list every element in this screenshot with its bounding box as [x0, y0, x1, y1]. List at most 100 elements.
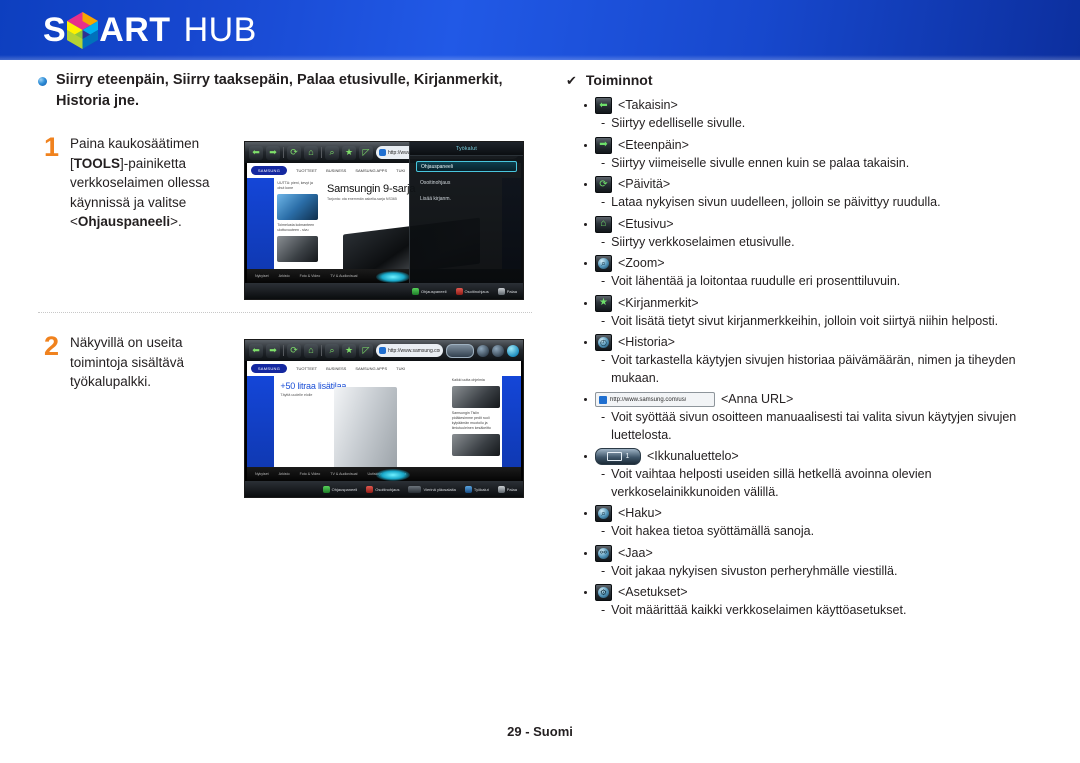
feature-item: 1 <Ikkunaluettelo>: [584, 448, 1044, 465]
green-key-icon: [411, 287, 419, 295]
feature-description: - Voit lähentää ja loitontaa ruudulle eri…: [601, 273, 1044, 291]
shot1-home-icon[interactable]: ⌂: [304, 145, 318, 160]
url-favicon-icon: [599, 395, 607, 404]
feature-desc-text: Siirtyy viimeiselle sivulle ennen kuin s…: [611, 155, 910, 170]
window-list-icon[interactable]: 1: [595, 448, 641, 465]
section-divider: [38, 312, 532, 313]
feature-item: ⌂ <Etusivu>: [584, 215, 1044, 233]
refresh-icon[interactable]: ⟳: [595, 176, 612, 193]
shot2-home-icon[interactable]: ⌂: [304, 343, 318, 358]
feature-description: - Siirtyy edelliselle sivulle.: [601, 115, 1044, 133]
shot1-tools-item-lisaa-kirjanmerkki[interactable]: Lisää kirjanm.: [416, 193, 517, 204]
feature-desc-text: Siirtyy verkkoselaimen etusivulle.: [611, 234, 795, 249]
feature-description: - Siirtyy verkkoselaimen etusivulle.: [601, 234, 1044, 252]
shot2-share-icon[interactable]: [492, 344, 504, 357]
feature-item: ★ <Kirjanmerkit>: [584, 294, 1044, 312]
shot1-foot-red[interactable]: Osoitinohjaus: [455, 287, 489, 295]
shot2-foot-scroll[interactable]: Vierinä yläosalaita: [408, 485, 456, 493]
shot2-page-body: +50 litraa lisätilaa Täyttä uudelle elol…: [247, 376, 521, 481]
dash: -: [601, 563, 606, 578]
shot1-nav-item: TUOTTEET: [296, 168, 318, 173]
shot2-search-icon[interactable]: [477, 344, 489, 357]
shot2-tile-column: Kaikki uutta ohjelmia Samsungin Tislin p…: [450, 376, 502, 481]
shot2-zoom-icon[interactable]: ⌕: [325, 343, 339, 358]
browser-screenshot-with-toolbar: SAMSUNG TUOTTEET BUSINESS SAMSUNG APPS T…: [244, 339, 524, 498]
check-icon: ✔: [566, 73, 577, 88]
shot1-tools-item-osoitinohjaus[interactable]: Osoitinohjaus: [416, 177, 517, 188]
shot1-tools-item-ohjauspaneeli[interactable]: Ohjauspaneeli: [416, 161, 517, 172]
shot2-forward-icon[interactable]: ➡: [266, 343, 280, 358]
shot1-samsung-logo: SAMSUNG: [251, 166, 287, 175]
dash: -: [601, 116, 606, 130]
home-icon[interactable]: ⌂: [595, 215, 612, 233]
feature-item: ⌕ <Haku>: [584, 505, 1044, 522]
shot1-favicon: [379, 149, 386, 156]
dash: -: [601, 524, 606, 538]
shot1-back-icon[interactable]: ⬅: [249, 145, 263, 160]
shot2-refresh-icon[interactable]: ⟳: [287, 343, 301, 358]
functions-list: ⬅ <Takaisin> - Siirtyy edelliselle sivull…: [584, 97, 1044, 620]
red-key-icon: [366, 485, 374, 493]
back-arrow-icon[interactable]: ⬅: [595, 97, 612, 114]
feature-description: - Voit määrittää kaikki verkkoselaimen kä…: [601, 602, 1044, 620]
shot2-window-list-icon[interactable]: [446, 343, 474, 358]
shot1-history-icon[interactable]: ◸: [359, 145, 373, 160]
list-bullet-icon: [584, 104, 587, 107]
dash: -: [601, 155, 606, 170]
shot2-bookmark-icon[interactable]: ★: [342, 343, 356, 358]
shot1-bookmark-icon[interactable]: ★: [342, 145, 356, 160]
feature-desc-text: Voit tarkastella käytyjen sivujen histor…: [611, 353, 1016, 385]
shot2-strip-item: Arkisto: [278, 472, 290, 476]
shot2-history-icon[interactable]: ◸: [359, 343, 373, 358]
feature-item: ⟳ <Päivitä>: [584, 176, 1044, 193]
shot1-nav-item: TUKI: [396, 168, 406, 173]
search-icon[interactable]: ⌕: [595, 505, 612, 522]
logo-letter-s: S: [43, 11, 67, 49]
feature-item: ⌕ <Zoom>: [584, 255, 1044, 272]
shot1-foot-green[interactable]: Ohjauspaneeli: [411, 287, 447, 295]
feature-desc-text: Voit jakaa nykyisen sivuston perheryhmäl…: [611, 563, 898, 578]
shot2-foot-tools[interactable]: Työkalut: [464, 485, 489, 493]
functions-title: Toiminnot: [585, 72, 653, 88]
history-clock-icon[interactable]: ◴: [595, 334, 612, 351]
settings-gear-icon[interactable]: ⚙: [595, 584, 612, 601]
shot1-forward-icon[interactable]: ➡: [266, 145, 280, 160]
url-entry-field-icon[interactable]: http://www.samsung.com/us/: [595, 392, 715, 407]
feature-label: <Jaa>: [618, 545, 653, 560]
step-1-number: 1: [44, 132, 60, 162]
feature-description: - Voit jakaa nykyisen sivuston perheryhmä…: [601, 563, 1044, 581]
shot1-zoom-icon[interactable]: ⌕: [325, 145, 339, 160]
shot2-strip-item: TV & Audiovisual: [330, 472, 358, 476]
shot2-tile-column-right: [502, 376, 521, 481]
intro-bullet-text: Siirry eteenpäin, Siirry taaksepäin, Pal…: [56, 72, 503, 109]
functions-heading: ✔ Toiminnot: [566, 72, 1044, 88]
shot2-url-bar[interactable]: http://www.samsung.com/fi/: [376, 344, 443, 357]
shot2-foot-green[interactable]: Ohjauspaneeli: [322, 485, 357, 493]
list-bullet-icon: [584, 301, 587, 305]
shot1-foot-return[interactable]: Palaa: [497, 287, 517, 295]
shot2-foot-red[interactable]: Osoitinohjaus: [366, 485, 399, 493]
window-count: 1: [625, 453, 630, 460]
list-bullet-icon: [584, 398, 587, 401]
feature-label: <Haku>: [618, 506, 662, 520]
shot1-left-blue-band: [247, 178, 275, 283]
list-bullet-icon: [584, 551, 587, 555]
shot1-glow: [375, 271, 410, 283]
zoom-magnifier-icon[interactable]: ⌕: [595, 255, 612, 272]
bookmark-star-icon[interactable]: ★: [595, 294, 612, 312]
shot1-strip-item: Arkisto: [278, 274, 290, 278]
shot2-foot-return[interactable]: Palaa: [497, 485, 517, 493]
shot1-refresh-icon[interactable]: ⟳: [287, 145, 301, 160]
list-bullet-icon: [584, 262, 587, 265]
history-glyph: ◴: [600, 337, 607, 347]
forward-arrow-icon[interactable]: ➡: [595, 136, 612, 154]
shot1-strip-item: TV & Audiovisual: [330, 274, 358, 278]
feature-item: ⚙ <Asetukset>: [584, 584, 1044, 601]
dash: -: [601, 467, 606, 481]
shot2-url-text: http://www.samsung.com/fi/: [388, 347, 440, 354]
shot2-back-icon[interactable]: ⬅: [249, 343, 263, 358]
feature-label: <Ikkunaluettelo>: [647, 449, 739, 463]
shot1-footer-bar: Ohjauspaneeli Osoitinohjaus Palaa: [245, 283, 523, 299]
share-icon[interactable]: ⚯: [595, 544, 612, 562]
shot2-settings-icon[interactable]: [507, 344, 519, 357]
